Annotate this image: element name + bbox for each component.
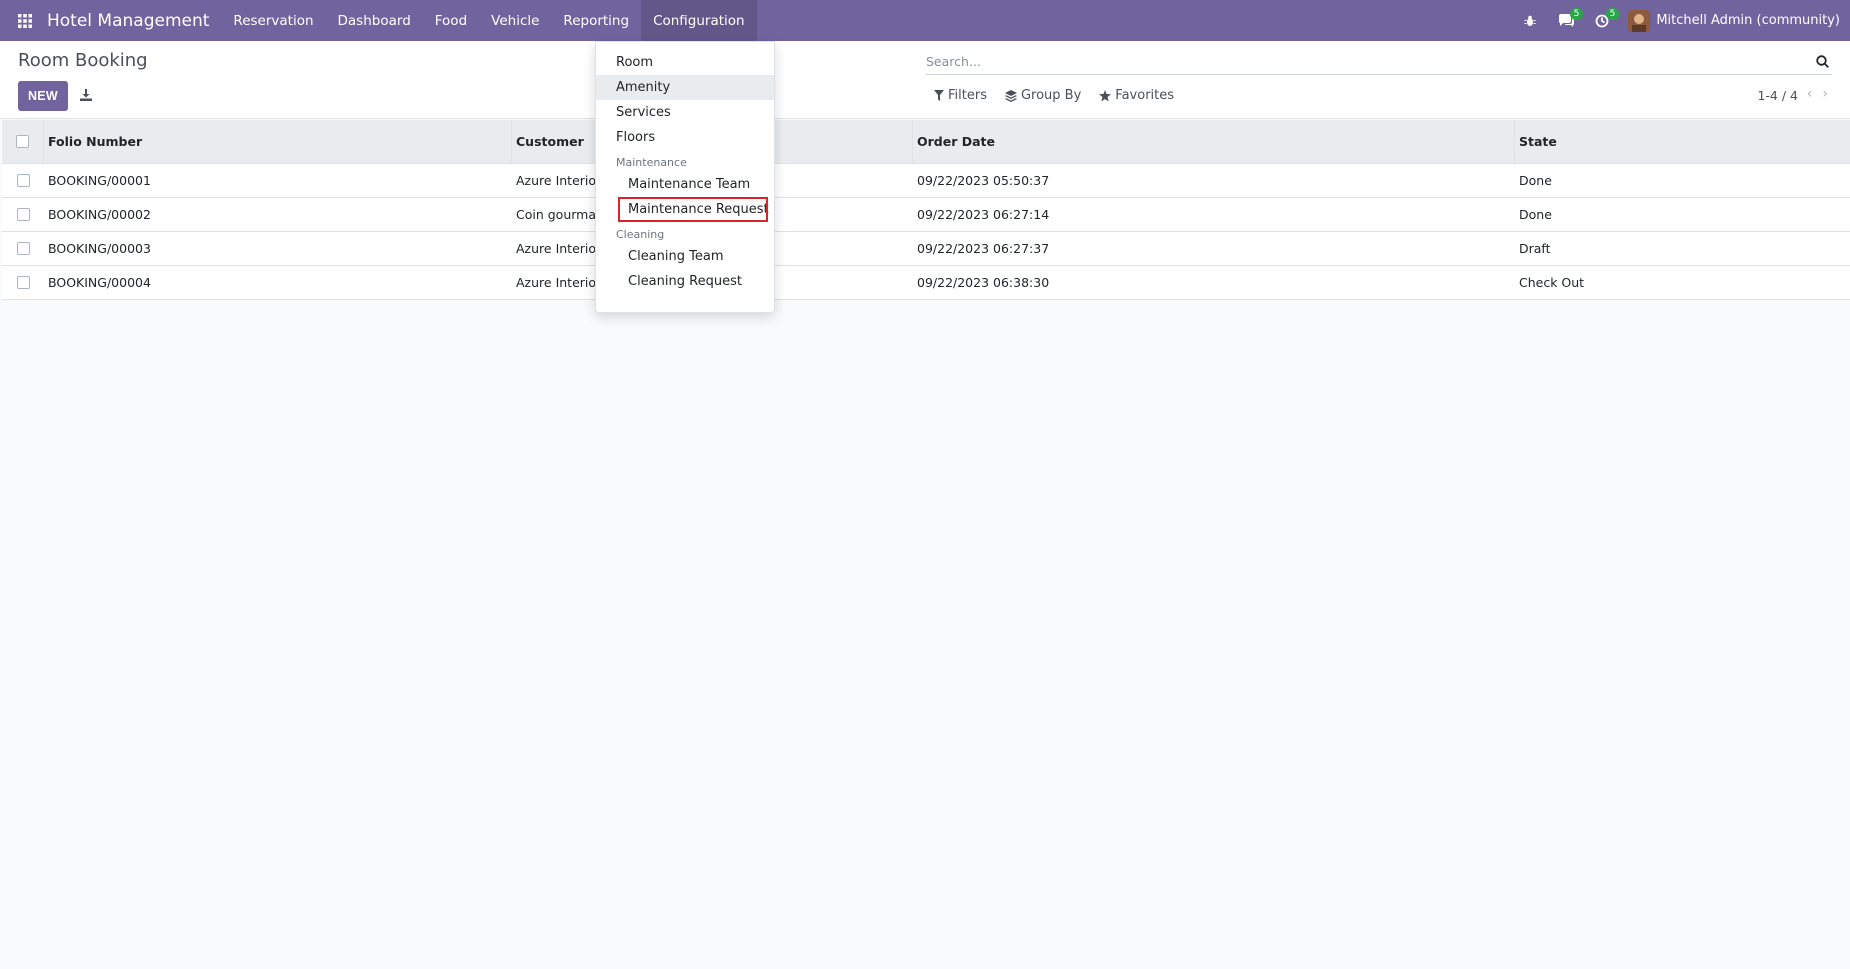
pager-navigation: ‹ › (1807, 86, 1828, 102)
cell-order-date: 09/22/2023 06:38:30 (917, 275, 1050, 290)
favorites-label: Favorites (1115, 88, 1175, 103)
cell-folio-number: BOOKING/00001 (48, 173, 151, 188)
group-by-label: Group By (1020, 88, 1082, 103)
cell-state: Check Out (1519, 275, 1585, 290)
cell-state: Draft (1519, 241, 1551, 256)
apps-menu-icon[interactable] (0, 0, 50, 41)
search-options: Filters Group By Favorites (934, 88, 1174, 103)
activities-badge: 5 (1605, 8, 1620, 20)
dropdown-item-room[interactable]: Room (596, 50, 774, 75)
user-menu[interactable]: Mitchell Admin (community) (1628, 9, 1840, 32)
dropdown-item-amenity[interactable]: Amenity (596, 75, 774, 100)
dropdown-section-cleaning: Cleaning (616, 228, 665, 241)
row-select-cell (2, 198, 44, 231)
menu-vehicle[interactable]: Vehicle (479, 0, 551, 41)
menu-reservation[interactable]: Reservation (221, 0, 325, 41)
header-folio-number[interactable]: Folio Number (44, 120, 512, 163)
dropdown-item-maintenance-team[interactable]: Maintenance Team (596, 172, 774, 197)
pager-previous-icon[interactable]: ‹ (1807, 86, 1813, 102)
table-row[interactable]: BOOKING/00002 Coin gourman 09/22/2023 06… (2, 198, 1850, 232)
user-avatar (1628, 9, 1651, 32)
layers-icon (1004, 89, 1017, 102)
pager-value[interactable]: 1-4 / 4 (1757, 88, 1798, 103)
search-bar (926, 48, 1832, 75)
filter-icon (934, 90, 944, 101)
cell-order-date: 09/22/2023 06:27:14 (917, 207, 1050, 222)
table-row[interactable]: BOOKING/00003 Azure Interior 09/22/2023 … (2, 232, 1850, 266)
select-all-checkbox[interactable] (16, 135, 29, 148)
dropdown-item-maintenance-request[interactable]: Maintenance Request (618, 197, 769, 222)
download-icon[interactable] (76, 85, 96, 105)
row-checkbox[interactable] (16, 242, 30, 255)
user-name: Mitchell Admin (community) (1656, 13, 1840, 28)
header-state[interactable]: State (1515, 120, 1850, 163)
dropdown-item-cleaning-team[interactable]: Cleaning Team (596, 244, 774, 269)
row-select-cell (2, 164, 44, 197)
table-row[interactable]: BOOKING/00001 Azure Interior 09/22/2023 … (2, 164, 1850, 198)
row-select-cell (2, 266, 44, 299)
cell-state: Done (1519, 207, 1552, 222)
page-title: Room Booking (18, 50, 148, 71)
search-icon[interactable] (1812, 51, 1832, 71)
cell-order-date: 09/22/2023 05:50:37 (917, 173, 1050, 188)
cell-folio-number: BOOKING/00003 (48, 241, 151, 256)
dropdown-item-floors[interactable]: Floors (596, 125, 774, 150)
row-checkbox[interactable] (16, 276, 30, 289)
cell-state: Done (1519, 173, 1552, 188)
menu-food[interactable]: Food (423, 0, 479, 41)
booking-list-table: Folio Number Customer Order Date State B… (2, 120, 1850, 300)
menu-configuration[interactable]: Configuration (641, 0, 757, 41)
filters-label: Filters (948, 88, 987, 103)
row-select-cell (2, 232, 44, 265)
messages-chat-icon[interactable]: 5 (1548, 0, 1584, 41)
main-menu: Reservation Dashboard Food Vehicle Repor… (221, 0, 757, 41)
navbar-systray: 5 5 Mitchell Admin (community) (1512, 0, 1850, 41)
control-panel: Room Booking NEW Filters Group By Favori… (0, 41, 1850, 119)
header-order-date[interactable]: Order Date (913, 120, 1515, 163)
activities-clock-icon[interactable]: 5 (1584, 0, 1620, 41)
cell-order-date: 09/22/2023 06:27:37 (917, 241, 1050, 256)
search-input[interactable] (926, 53, 1812, 69)
menu-reporting[interactable]: Reporting (551, 0, 641, 41)
cell-folio-number: BOOKING/00002 (48, 207, 151, 222)
filters-button[interactable]: Filters (934, 88, 987, 103)
favorites-button[interactable]: Favorites (1099, 88, 1174, 103)
row-checkbox[interactable] (16, 208, 30, 221)
table-row[interactable]: BOOKING/00004 Azure Interior 09/22/2023 … (2, 266, 1850, 300)
dropdown-item-services[interactable]: Services (596, 100, 774, 125)
group-by-button[interactable]: Group By (1004, 88, 1082, 103)
pager-next-icon[interactable]: › (1822, 86, 1828, 102)
select-all-cell (2, 120, 44, 163)
row-checkbox[interactable] (16, 174, 30, 187)
star-icon (1099, 89, 1112, 101)
dropdown-item-cleaning-request[interactable]: Cleaning Request (596, 269, 774, 294)
configuration-dropdown: Room Amenity Services Floors Maintenance… (595, 41, 775, 313)
messages-badge: 5 (1569, 8, 1584, 20)
dropdown-section-maintenance: Maintenance (616, 156, 687, 169)
top-navbar: Hotel Management Reservation Dashboard F… (0, 0, 1850, 41)
table-header: Folio Number Customer Order Date State (2, 120, 1850, 164)
debug-bug-icon[interactable] (1512, 0, 1548, 41)
app-brand[interactable]: Hotel Management (47, 11, 209, 31)
menu-dashboard[interactable]: Dashboard (326, 0, 423, 41)
new-button[interactable]: NEW (18, 81, 68, 111)
cell-folio-number: BOOKING/00004 (48, 275, 151, 290)
